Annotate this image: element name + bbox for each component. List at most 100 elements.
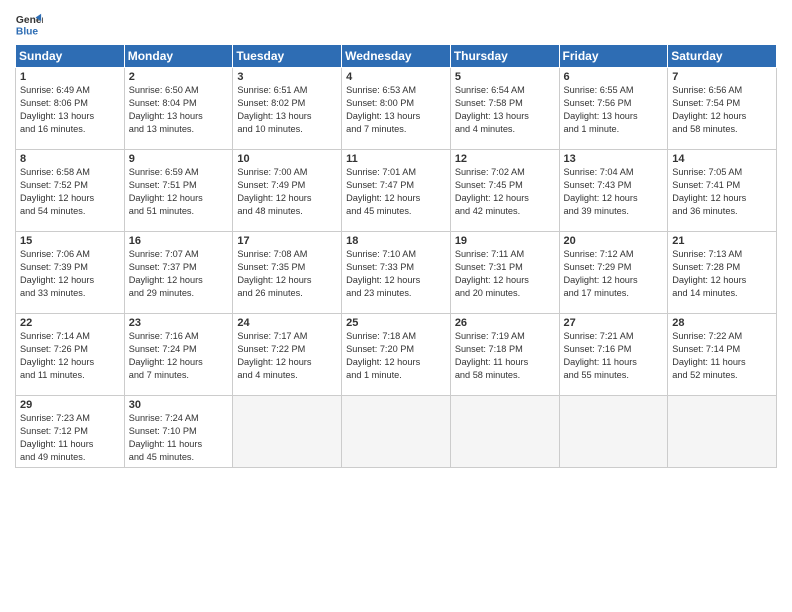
day-number: 11 (346, 153, 446, 165)
day-number: 19 (455, 235, 555, 247)
day-number: 14 (672, 153, 772, 165)
weekday-header-sunday: Sunday (16, 45, 125, 68)
day-number: 13 (564, 153, 664, 165)
svg-text:Blue: Blue (16, 26, 39, 37)
day-number: 30 (129, 399, 229, 411)
day-number: 3 (237, 71, 337, 83)
calendar-cell: 28Sunrise: 7:22 AM Sunset: 7:14 PM Dayli… (668, 314, 777, 396)
day-number: 20 (564, 235, 664, 247)
day-number: 28 (672, 317, 772, 329)
day-info: Sunrise: 6:50 AM Sunset: 8:04 PM Dayligh… (129, 84, 229, 136)
calendar-cell: 13Sunrise: 7:04 AM Sunset: 7:43 PM Dayli… (559, 150, 668, 232)
calendar-cell (450, 396, 559, 468)
calendar-cell: 19Sunrise: 7:11 AM Sunset: 7:31 PM Dayli… (450, 232, 559, 314)
calendar-cell (668, 396, 777, 468)
calendar-cell: 26Sunrise: 7:19 AM Sunset: 7:18 PM Dayli… (450, 314, 559, 396)
day-number: 18 (346, 235, 446, 247)
calendar-cell: 30Sunrise: 7:24 AM Sunset: 7:10 PM Dayli… (124, 396, 233, 468)
calendar-cell: 23Sunrise: 7:16 AM Sunset: 7:24 PM Dayli… (124, 314, 233, 396)
day-number: 12 (455, 153, 555, 165)
day-number: 8 (20, 153, 120, 165)
day-info: Sunrise: 7:13 AM Sunset: 7:28 PM Dayligh… (672, 248, 772, 300)
calendar-cell: 14Sunrise: 7:05 AM Sunset: 7:41 PM Dayli… (668, 150, 777, 232)
day-number: 22 (20, 317, 120, 329)
day-number: 25 (346, 317, 446, 329)
day-number: 1 (20, 71, 120, 83)
weekday-header-thursday: Thursday (450, 45, 559, 68)
weekday-header-saturday: Saturday (668, 45, 777, 68)
day-info: Sunrise: 6:54 AM Sunset: 7:58 PM Dayligh… (455, 84, 555, 136)
day-number: 5 (455, 71, 555, 83)
day-info: Sunrise: 7:05 AM Sunset: 7:41 PM Dayligh… (672, 166, 772, 218)
day-number: 29 (20, 399, 120, 411)
day-info: Sunrise: 7:24 AM Sunset: 7:10 PM Dayligh… (129, 412, 229, 464)
calendar-cell (233, 396, 342, 468)
day-info: Sunrise: 7:07 AM Sunset: 7:37 PM Dayligh… (129, 248, 229, 300)
calendar-cell: 18Sunrise: 7:10 AM Sunset: 7:33 PM Dayli… (342, 232, 451, 314)
day-number: 10 (237, 153, 337, 165)
day-number: 6 (564, 71, 664, 83)
calendar-cell: 21Sunrise: 7:13 AM Sunset: 7:28 PM Dayli… (668, 232, 777, 314)
calendar-cell: 12Sunrise: 7:02 AM Sunset: 7:45 PM Dayli… (450, 150, 559, 232)
day-info: Sunrise: 7:22 AM Sunset: 7:14 PM Dayligh… (672, 330, 772, 382)
day-info: Sunrise: 7:01 AM Sunset: 7:47 PM Dayligh… (346, 166, 446, 218)
day-info: Sunrise: 7:23 AM Sunset: 7:12 PM Dayligh… (20, 412, 120, 464)
day-info: Sunrise: 7:04 AM Sunset: 7:43 PM Dayligh… (564, 166, 664, 218)
calendar-cell: 4Sunrise: 6:53 AM Sunset: 8:00 PM Daylig… (342, 68, 451, 150)
day-info: Sunrise: 7:11 AM Sunset: 7:31 PM Dayligh… (455, 248, 555, 300)
day-number: 27 (564, 317, 664, 329)
calendar-cell: 9Sunrise: 6:59 AM Sunset: 7:51 PM Daylig… (124, 150, 233, 232)
day-number: 26 (455, 317, 555, 329)
day-info: Sunrise: 6:58 AM Sunset: 7:52 PM Dayligh… (20, 166, 120, 218)
day-info: Sunrise: 7:12 AM Sunset: 7:29 PM Dayligh… (564, 248, 664, 300)
calendar-cell: 16Sunrise: 7:07 AM Sunset: 7:37 PM Dayli… (124, 232, 233, 314)
day-number: 17 (237, 235, 337, 247)
calendar: SundayMondayTuesdayWednesdayThursdayFrid… (15, 44, 777, 468)
calendar-cell: 8Sunrise: 6:58 AM Sunset: 7:52 PM Daylig… (16, 150, 125, 232)
day-info: Sunrise: 7:08 AM Sunset: 7:35 PM Dayligh… (237, 248, 337, 300)
day-info: Sunrise: 7:06 AM Sunset: 7:39 PM Dayligh… (20, 248, 120, 300)
calendar-cell: 15Sunrise: 7:06 AM Sunset: 7:39 PM Dayli… (16, 232, 125, 314)
calendar-cell: 7Sunrise: 6:56 AM Sunset: 7:54 PM Daylig… (668, 68, 777, 150)
day-info: Sunrise: 6:49 AM Sunset: 8:06 PM Dayligh… (20, 84, 120, 136)
weekday-header-wednesday: Wednesday (342, 45, 451, 68)
weekday-header-tuesday: Tuesday (233, 45, 342, 68)
calendar-cell: 24Sunrise: 7:17 AM Sunset: 7:22 PM Dayli… (233, 314, 342, 396)
day-info: Sunrise: 7:14 AM Sunset: 7:26 PM Dayligh… (20, 330, 120, 382)
weekday-header-friday: Friday (559, 45, 668, 68)
logo: General Blue (15, 10, 43, 38)
day-info: Sunrise: 6:55 AM Sunset: 7:56 PM Dayligh… (564, 84, 664, 136)
day-info: Sunrise: 7:02 AM Sunset: 7:45 PM Dayligh… (455, 166, 555, 218)
calendar-cell: 2Sunrise: 6:50 AM Sunset: 8:04 PM Daylig… (124, 68, 233, 150)
day-info: Sunrise: 6:51 AM Sunset: 8:02 PM Dayligh… (237, 84, 337, 136)
calendar-cell: 25Sunrise: 7:18 AM Sunset: 7:20 PM Dayli… (342, 314, 451, 396)
day-number: 7 (672, 71, 772, 83)
day-number: 16 (129, 235, 229, 247)
day-info: Sunrise: 6:56 AM Sunset: 7:54 PM Dayligh… (672, 84, 772, 136)
day-number: 23 (129, 317, 229, 329)
day-info: Sunrise: 7:00 AM Sunset: 7:49 PM Dayligh… (237, 166, 337, 218)
calendar-cell: 17Sunrise: 7:08 AM Sunset: 7:35 PM Dayli… (233, 232, 342, 314)
day-info: Sunrise: 7:17 AM Sunset: 7:22 PM Dayligh… (237, 330, 337, 382)
calendar-cell: 29Sunrise: 7:23 AM Sunset: 7:12 PM Dayli… (16, 396, 125, 468)
day-info: Sunrise: 7:21 AM Sunset: 7:16 PM Dayligh… (564, 330, 664, 382)
day-number: 2 (129, 71, 229, 83)
day-info: Sunrise: 7:16 AM Sunset: 7:24 PM Dayligh… (129, 330, 229, 382)
calendar-cell: 20Sunrise: 7:12 AM Sunset: 7:29 PM Dayli… (559, 232, 668, 314)
calendar-cell: 11Sunrise: 7:01 AM Sunset: 7:47 PM Dayli… (342, 150, 451, 232)
day-number: 24 (237, 317, 337, 329)
page-header: General Blue (15, 10, 777, 38)
calendar-cell: 6Sunrise: 6:55 AM Sunset: 7:56 PM Daylig… (559, 68, 668, 150)
calendar-cell: 27Sunrise: 7:21 AM Sunset: 7:16 PM Dayli… (559, 314, 668, 396)
day-info: Sunrise: 6:53 AM Sunset: 8:00 PM Dayligh… (346, 84, 446, 136)
day-info: Sunrise: 7:10 AM Sunset: 7:33 PM Dayligh… (346, 248, 446, 300)
day-number: 9 (129, 153, 229, 165)
calendar-cell (559, 396, 668, 468)
calendar-cell: 5Sunrise: 6:54 AM Sunset: 7:58 PM Daylig… (450, 68, 559, 150)
calendar-cell: 3Sunrise: 6:51 AM Sunset: 8:02 PM Daylig… (233, 68, 342, 150)
day-number: 15 (20, 235, 120, 247)
calendar-cell (342, 396, 451, 468)
day-info: Sunrise: 7:18 AM Sunset: 7:20 PM Dayligh… (346, 330, 446, 382)
day-info: Sunrise: 7:19 AM Sunset: 7:18 PM Dayligh… (455, 330, 555, 382)
calendar-cell: 1Sunrise: 6:49 AM Sunset: 8:06 PM Daylig… (16, 68, 125, 150)
